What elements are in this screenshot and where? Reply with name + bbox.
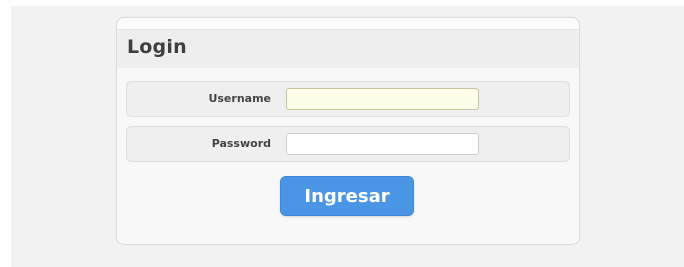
password-row: Password: [126, 126, 570, 162]
ingresar-button[interactable]: Ingresar: [280, 176, 414, 216]
login-panel: Login Username Password Ingresar: [116, 17, 580, 245]
username-input[interactable]: [286, 88, 479, 110]
login-header: Login: [117, 30, 579, 68]
panel-top-bar: [117, 18, 579, 30]
username-label: Username: [208, 92, 271, 105]
password-label: Password: [211, 137, 271, 150]
username-row: Username: [126, 81, 570, 117]
login-title: Login: [127, 36, 187, 58]
password-input[interactable]: [286, 133, 479, 155]
